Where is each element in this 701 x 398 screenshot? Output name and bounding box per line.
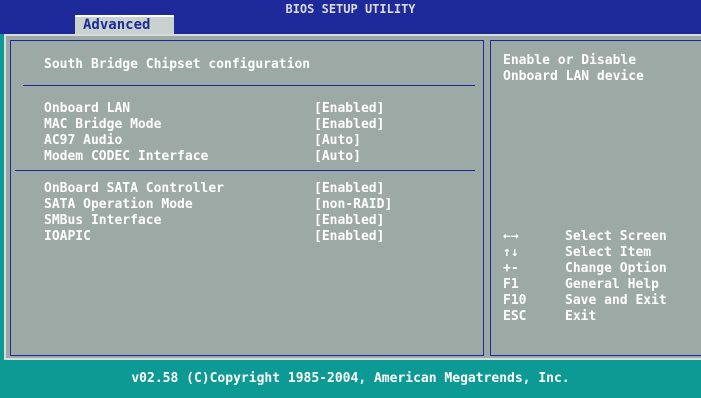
setting-ioapic-value[interactable]: [Enabled] [314,229,384,245]
setting-ac97-value[interactable]: [Auto] [314,133,361,149]
key-f10: F10 [503,293,527,308]
settings-pane: South Bridge Chipset configuration Onboa… [10,40,484,356]
help-text-line2: Onboard LAN device [503,69,644,84]
title-bar: BIOS SETUP UTILITY Advanced [0,0,701,34]
key-action-select-screen: Select Screen [565,229,667,244]
key-plus-minus: +- [503,261,519,276]
setting-ioapic-label[interactable]: IOAPIC [44,229,91,245]
setting-sata-controller-value[interactable]: [Enabled] [314,181,384,197]
setting-mac-bridge-value[interactable]: [Enabled] [314,117,384,133]
key-action-change-option: Change Option [565,261,667,276]
setting-modem-codec-label[interactable]: Modem CODEC Interface [44,149,208,165]
setting-modem-codec-value[interactable]: [Auto] [314,149,361,165]
section-title: South Bridge Chipset configuration [44,57,311,72]
setting-onboard-lan-value[interactable]: [Enabled] [314,101,384,117]
tab-advanced[interactable]: Advanced [75,15,174,34]
key-esc: ESC [503,309,527,324]
bios-title: BIOS SETUP UTILITY [285,2,416,16]
setting-ac97-label[interactable]: AC97 Audio [44,133,122,149]
setting-sata-mode-label[interactable]: SATA Operation Mode [44,197,193,213]
setting-mac-bridge-label[interactable]: MAC Bridge Mode [44,117,161,133]
content-panel: South Bridge Chipset configuration Onboa… [4,34,701,360]
help-text-line1: Enable or Disable [503,53,637,68]
setting-sata-controller-label[interactable]: OnBoard SATA Controller [44,181,224,197]
key-left-right-icon: ←→ [503,229,519,244]
setting-onboard-lan-label[interactable]: Onboard LAN [44,101,130,117]
key-action-general-help: General Help [565,277,659,292]
divider [15,170,475,171]
key-action-save-exit: Save and Exit [565,293,667,308]
copyright-footer: v02.58 (C)Copyright 1985-2004, American … [0,360,701,398]
key-action-exit: Exit [565,309,597,324]
setting-smbus-label[interactable]: SMBus Interface [44,213,161,229]
setting-smbus-value[interactable]: [Enabled] [314,213,384,229]
setting-sata-mode-value[interactable]: [non-RAID] [314,197,392,213]
key-f1: F1 [503,277,519,292]
key-up-down-icon: ↑↓ [503,245,519,260]
key-action-select-item: Select Item [565,245,652,260]
help-pane: Enable or Disable Onboard LAN device ←→ … [490,40,701,356]
divider [23,85,475,86]
